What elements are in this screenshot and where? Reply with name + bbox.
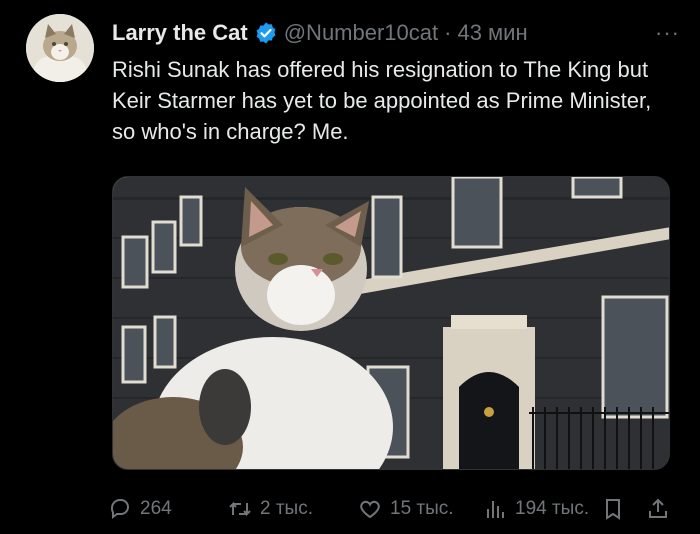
reply-count: 264: [140, 498, 172, 519]
like-button[interactable]: 15 тыс.: [358, 497, 483, 521]
bookmark-icon: [606, 499, 620, 520]
separator-dot: ·: [444, 20, 452, 45]
like-count: 15 тыс.: [390, 498, 454, 519]
share-icon: [649, 498, 667, 518]
tweet-photo[interactable]: [112, 176, 670, 470]
views-bar-chart-icon: [487, 501, 504, 518]
share-button[interactable]: [646, 497, 670, 521]
views-button[interactable]: 194 тыс.: [483, 497, 601, 521]
tweet-header: Larry the Cat @Number10cat · 43 мин ···: [112, 16, 680, 50]
views-count: 194 тыс.: [515, 498, 590, 519]
verified-badge-icon: [254, 21, 278, 45]
heart-icon: [360, 500, 380, 519]
tweet-actions-bar: 264 2 тыс. 15 тыс. 194 тыс.: [108, 494, 680, 524]
retweet-button[interactable]: 2 тыс.: [228, 497, 358, 521]
retweet-icon: [229, 501, 251, 517]
author-name[interactable]: Larry the Cat: [112, 20, 248, 46]
tweet-text: Rishi Sunak has offered his resignation …: [112, 57, 652, 144]
avatar[interactable]: [26, 14, 94, 82]
more-options-icon[interactable]: ···: [655, 20, 680, 46]
reply-icon: [110, 499, 129, 519]
tweet-timestamp[interactable]: 43 мин: [457, 20, 527, 46]
retweet-count: 2 тыс.: [260, 498, 313, 519]
reply-button[interactable]: 264: [108, 497, 218, 521]
bookmark-button[interactable]: [601, 497, 625, 521]
author-handle[interactable]: @Number10cat: [284, 20, 438, 46]
